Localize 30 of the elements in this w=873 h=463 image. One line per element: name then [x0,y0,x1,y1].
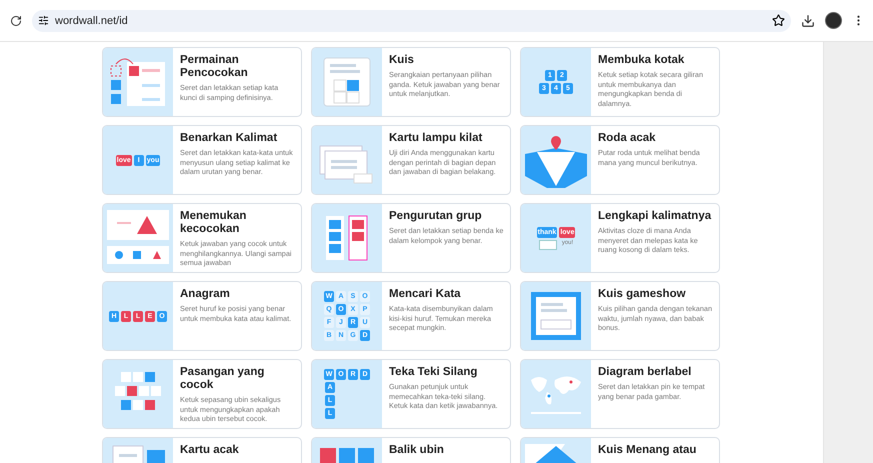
url-text: wordwall.net/id [55,14,129,26]
activity-title: Benarkan Kalimat [180,132,278,145]
reload-icon [10,14,22,26]
blank-field [538,240,557,250]
activity-title: Balik ubin [389,444,445,457]
activity-title: Diagram berlabel [598,366,692,379]
activity-title: Pengurutan grup [389,210,483,223]
activity-title: Teka Teki Silang [389,366,478,379]
download-icon [801,14,815,28]
activity-title: Membuka kotak [598,54,686,67]
activity-card[interactable]: Kartu acak [102,437,302,463]
shapes-drawing [107,210,169,266]
activity-title: Pasangan yang cocok [180,366,266,392]
bookmark-star-icon[interactable] [772,14,785,27]
site-settings-icon[interactable] [38,15,49,26]
activity-title: Roda acak [598,132,657,145]
activity-title: Kuis [389,54,415,67]
address-bar[interactable]: wordwall.net/id [32,10,791,32]
activity-title: Kuis gameshow [598,288,687,301]
activity-card[interactable]: Balik ubin [311,437,511,463]
activity-title: Kartu lampu kilat [389,132,484,145]
activity-title: Mencari Kata [389,288,462,301]
activity-title: Lengkapi kalimatnya [598,210,712,223]
activity-card[interactable]: Kuis Menang atau [520,437,720,463]
activity-title: Menemukan kecocokan [180,210,248,236]
activity-title: Kuis Menang atau [598,444,698,457]
activity-title: Permainan Pencocokan [180,54,249,80]
activity-title: Kartu acak [180,444,240,457]
activity-title: Anagram [180,288,231,301]
profile-avatar[interactable] [825,12,842,29]
